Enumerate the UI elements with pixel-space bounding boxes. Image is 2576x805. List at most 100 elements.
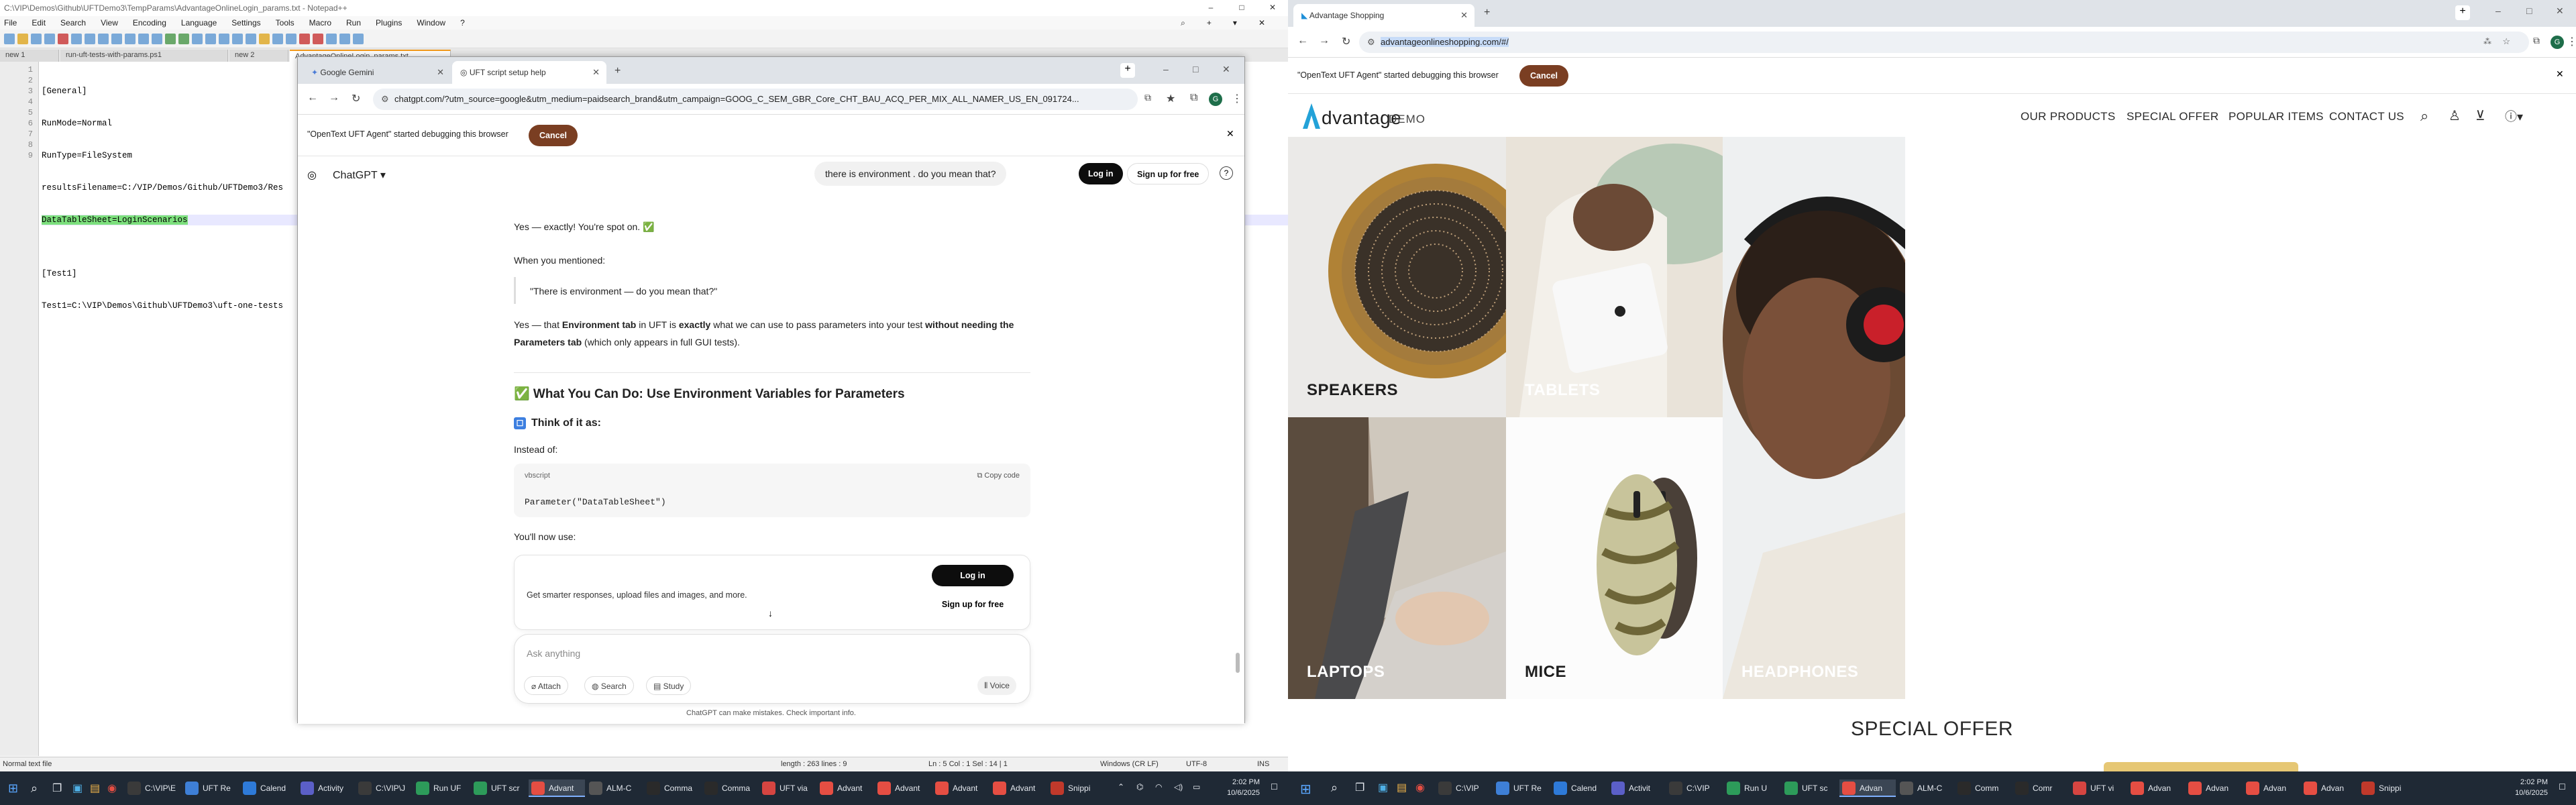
store-icon[interactable]: ▣: [72, 782, 83, 795]
wrap-icon[interactable]: [232, 33, 243, 44]
tab-new-1[interactable]: new 1: [0, 50, 59, 62]
menu-edit[interactable]: Edit: [32, 18, 46, 28]
taskbar-item[interactable]: UFT Re: [182, 780, 239, 797]
menu-run[interactable]: Run: [346, 18, 361, 28]
login-button[interactable]: Log in: [1079, 163, 1123, 184]
tray-chevron-icon[interactable]: ⌃: [1118, 782, 1124, 792]
search-icon[interactable]: ⌕: [1331, 781, 1338, 795]
open-file-icon[interactable]: [17, 33, 28, 44]
reload-icon[interactable]: ↻: [352, 92, 360, 105]
close-icon[interactable]: ✕: [1258, 18, 1265, 28]
taskbar-item[interactable]: Comm: [1955, 780, 2011, 797]
study-button[interactable]: ▤ Study: [646, 676, 692, 695]
copy-link-icon[interactable]: ⧉: [1144, 92, 1151, 103]
taskbar-item[interactable]: Advan: [1839, 780, 1896, 797]
category-tile-speakers[interactable]: SPEAKERS: [1288, 137, 1506, 417]
close-tab-icon[interactable]: ✕: [1460, 10, 1468, 21]
address-bar[interactable]: ⚙ advantageonlineshopping.com/#/ ⁂ ☆: [1359, 32, 2529, 53]
copy-code-button[interactable]: ⧉ Copy code: [977, 472, 1020, 480]
maximize-icon[interactable]: □: [1193, 64, 1198, 74]
taskbar-item[interactable]: Advant: [990, 780, 1046, 797]
profile-avatar[interactable]: G: [2551, 36, 2564, 49]
category-tile-tablets[interactable]: TABLETS: [1506, 137, 1723, 417]
task-view-icon[interactable]: ❐: [1355, 781, 1364, 794]
close-all-icon[interactable]: [71, 33, 82, 44]
chatgpt-model-selector[interactable]: ChatGPT ▾: [333, 168, 386, 182]
scrollbar-thumb[interactable]: [1236, 653, 1240, 673]
taskbar-item[interactable]: Advant: [817, 780, 873, 797]
profile-avatar[interactable]: G: [1209, 93, 1222, 106]
taskbar-item[interactable]: UFT scr: [471, 780, 527, 797]
search-icon[interactable]: ⌕: [1181, 18, 1185, 28]
taskbar-item[interactable]: Comr: [2012, 780, 2069, 797]
scroll-down-icon[interactable]: ↓: [768, 608, 773, 619]
taskbar-item[interactable]: UFT Re: [1493, 780, 1550, 797]
nav-popular-items[interactable]: POPULAR ITEMS: [2229, 110, 2324, 123]
taskbar-item[interactable]: Advant: [932, 780, 989, 797]
taskbar-item[interactable]: Calend: [240, 780, 297, 797]
zoom-out-icon[interactable]: [205, 33, 216, 44]
new-tab-icon[interactable]: +: [1484, 7, 1490, 19]
menu-help[interactable]: ?: [460, 18, 465, 28]
bookmark-star-icon[interactable]: ★: [1166, 92, 1175, 105]
taskbar-item[interactable]: Advan: [2186, 780, 2242, 797]
tab-google-gemini[interactable]: ✦ Google Gemini ✕: [303, 61, 451, 84]
close-tab-icon[interactable]: ✕: [592, 67, 600, 78]
cancel-debug-button[interactable]: Cancel: [1519, 65, 1568, 87]
notification-icon[interactable]: ☐: [2559, 782, 2566, 792]
replace-icon[interactable]: [178, 33, 189, 44]
clock-date[interactable]: 10/6/2025: [2508, 789, 2548, 797]
close-icon[interactable]: ✕: [1257, 0, 1288, 12]
nav-contact-us[interactable]: CONTACT US: [2329, 110, 2404, 123]
user-icon[interactable]: ♙: [2449, 107, 2461, 124]
taskbar-item[interactable]: Snippi: [1048, 780, 1104, 797]
search-button[interactable]: ◍ Search: [584, 676, 634, 695]
clock-time[interactable]: 2:02 PM: [2508, 778, 2548, 786]
find-icon[interactable]: [165, 33, 176, 44]
notification-icon[interactable]: ☐: [1271, 782, 1278, 792]
start-icon[interactable]: ⊞: [8, 782, 18, 796]
volume-icon[interactable]: ◁): [1174, 782, 1183, 792]
zoom-in-icon[interactable]: [192, 33, 203, 44]
taskbar-item[interactable]: Advant: [875, 780, 931, 797]
taskbar-item[interactable]: Run U: [1724, 780, 1780, 797]
paste-icon[interactable]: [125, 33, 136, 44]
menu-window[interactable]: Window: [417, 18, 445, 28]
help-icon[interactable]: ⓘ▾: [2505, 107, 2523, 125]
start-icon[interactable]: ⊞: [1300, 781, 1311, 798]
menu-encoding[interactable]: Encoding: [133, 18, 166, 28]
taskbar-item[interactable]: Snippi: [2359, 780, 2415, 797]
minimize-icon[interactable]: –: [1195, 0, 1226, 12]
reload-icon[interactable]: ↻: [1342, 35, 1350, 48]
back-icon[interactable]: ←: [1297, 35, 1308, 47]
signup-button[interactable]: Sign up for free: [1127, 163, 1210, 184]
doc-map-icon[interactable]: [272, 33, 283, 44]
close-infobar-icon[interactable]: ✕: [1226, 128, 1234, 140]
menu-file[interactable]: File: [4, 18, 17, 28]
tab-run-uft-tests[interactable]: run-uft-tests-with-params.ps1: [60, 50, 228, 62]
bookmark-star-icon[interactable]: ☆: [2502, 36, 2510, 47]
close-icon[interactable]: ✕: [2556, 5, 2564, 17]
taskbar-item[interactable]: UFT vi: [2070, 780, 2127, 797]
close-infobar-icon[interactable]: ✕: [2556, 68, 2564, 80]
save-icon[interactable]: [31, 33, 42, 44]
function-list-icon[interactable]: [286, 33, 297, 44]
taskbar-item[interactable]: C:\VIP\E: [125, 780, 181, 797]
back-icon[interactable]: ←: [307, 92, 318, 104]
minimize-icon[interactable]: –: [1163, 64, 1169, 74]
save-macro-icon[interactable]: [353, 33, 364, 44]
battery-icon[interactable]: ▭: [1193, 782, 1200, 792]
taskbar-item[interactable]: Calend: [1551, 780, 1607, 797]
add-icon[interactable]: +: [1120, 63, 1135, 78]
add-icon[interactable]: +: [2455, 5, 2470, 20]
stop-macro-icon[interactable]: [313, 33, 323, 44]
promo-login-button[interactable]: Log in: [932, 565, 1014, 586]
close-file-icon[interactable]: [58, 33, 68, 44]
maximize-icon[interactable]: □: [2526, 5, 2532, 16]
add-icon[interactable]: +: [1207, 18, 1212, 28]
taskbar-item[interactable]: Advan: [2128, 780, 2184, 797]
nav-our-products[interactable]: OUR PRODUCTS: [2021, 110, 2116, 123]
wifi-icon[interactable]: ◠: [1155, 782, 1162, 792]
taskbar-item[interactable]: Advan: [2301, 780, 2357, 797]
taskbar-item[interactable]: Advant: [529, 780, 585, 797]
